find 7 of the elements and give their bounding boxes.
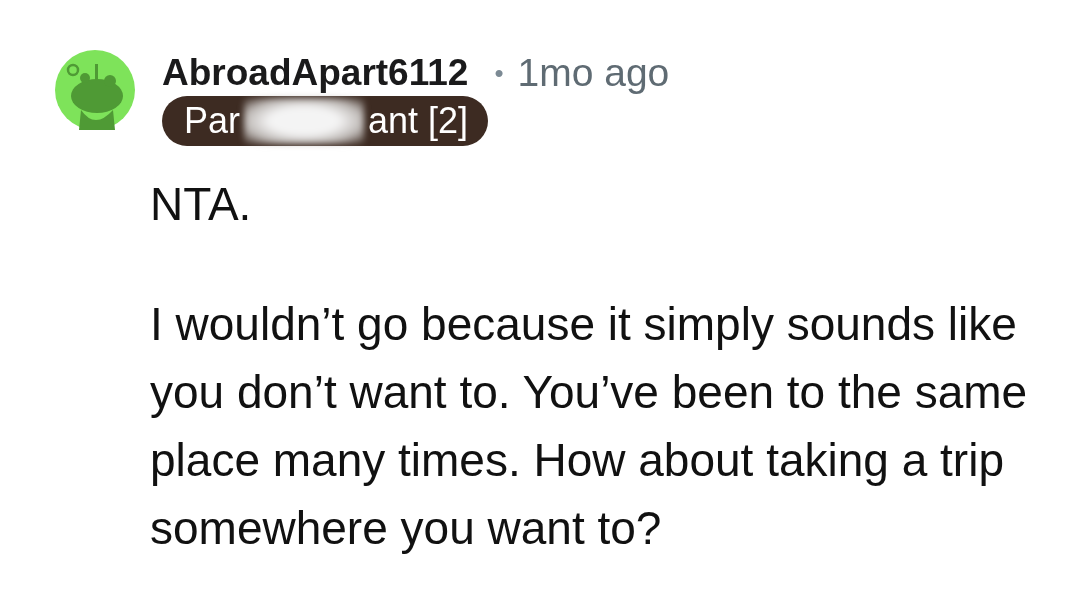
comment-text: NTA. [150, 177, 253, 232]
comment-text: I wouldn’t go because it simply sounds like you don’t want to. You’ve been to the same place many times. How about taking a trip somewhere you want to? [150, 297, 1029, 556]
timestamp: 1mo ago [517, 51, 670, 95]
user-flair: Par ant [2] [162, 96, 489, 146]
separator-dot: • [494, 57, 504, 89]
avatar-icon[interactable] [55, 50, 135, 130]
username[interactable]: AbroadApart6112 [162, 52, 469, 94]
